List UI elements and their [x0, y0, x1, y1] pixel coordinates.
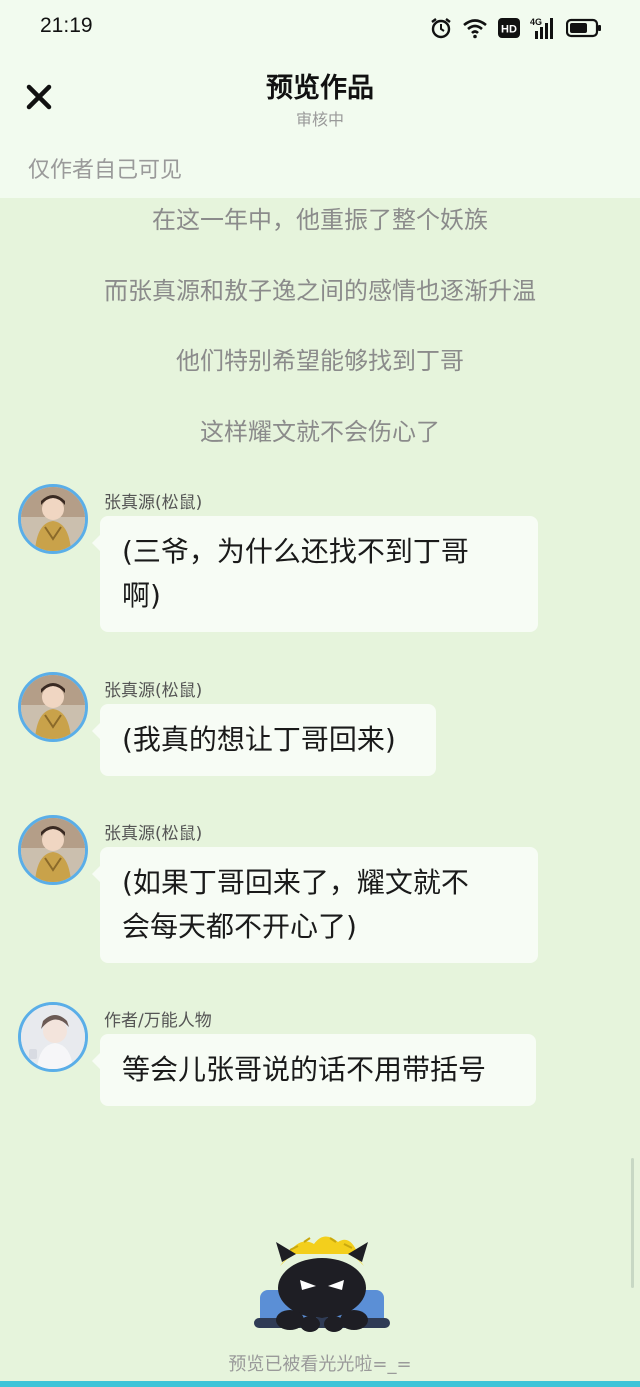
sender-name: 张真源(松鼠) [104, 493, 203, 513]
message-bubble[interactable]: (如果丁哥回来了，耀文就不 会每天都不开心了) [92, 847, 538, 963]
narration-line: 这样耀文就不会伤心了 [200, 418, 440, 446]
status-icons: HD 4G [430, 16, 602, 40]
sender-name: 作者/万能人物 [104, 1011, 212, 1031]
wifi-icon [463, 19, 487, 39]
mascot-illustration [240, 1228, 404, 1346]
narration-line: 在这一年中，他重振了整个妖族 [152, 206, 488, 234]
footer-message: 预览已被看光光啦=_= [228, 1354, 412, 1375]
page-title: 预览作品 [266, 73, 374, 104]
alarm-icon [431, 18, 451, 39]
scrollbar[interactable] [631, 1158, 634, 1288]
avatar[interactable] [18, 1002, 88, 1072]
avatar[interactable] [18, 672, 88, 742]
battery-icon [566, 18, 601, 38]
sender-name: 张真源(松鼠) [104, 824, 203, 844]
signal-4g-icon: 4G [530, 17, 553, 39]
message-line: (我真的想让丁哥回来) [122, 723, 396, 756]
narration-line: 他们特别希望能够找到丁哥 [176, 347, 464, 375]
header-bar: 21:19 HD 4G 预览作品 审核中 仅作者自己可见 [0, 0, 640, 198]
status-bar: 21:19 HD 4G [0, 0, 640, 56]
status-time: 21:19 [40, 14, 93, 37]
message-line: 会每天都不开心了) [122, 910, 357, 943]
sender-name: 张真源(松鼠) [104, 681, 203, 701]
message-bubble[interactable]: 等会儿张哥说的话不用带括号 [92, 1034, 536, 1106]
avatar[interactable] [18, 815, 88, 885]
message-bubble[interactable]: (我真的想让丁哥回来) [92, 704, 436, 776]
avatar[interactable] [18, 484, 88, 554]
message-line: 等会儿张哥说的话不用带括号 [122, 1053, 487, 1086]
hd-icon: HD [498, 18, 520, 38]
message-line: (如果丁哥回来了，耀文就不 [122, 866, 469, 899]
narration-line: 而张真源和敖子逸之间的感情也逐渐升温 [104, 277, 536, 305]
network-label: 4G [530, 17, 542, 27]
message-line: 啊) [122, 579, 161, 612]
visibility-note: 仅作者自己可见 [28, 158, 183, 183]
message-bubble[interactable]: (三爷，为什么还找不到丁哥 啊) [92, 516, 538, 632]
message-line: (三爷，为什么还找不到丁哥 [122, 535, 469, 568]
review-status: 审核中 [295, 110, 344, 129]
hd-label: HD [501, 24, 517, 36]
bottom-accent-line [0, 1381, 640, 1387]
